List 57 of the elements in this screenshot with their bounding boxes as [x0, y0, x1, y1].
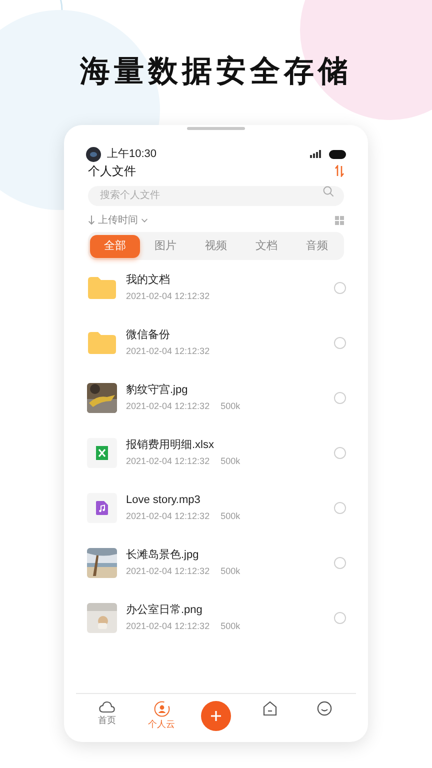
file-row[interactable]: 办公室日常.png 2021-02-04 12:12:32 500k — [64, 590, 368, 645]
handle-bar — [187, 127, 245, 130]
filter-tab[interactable]: 图片 — [140, 234, 191, 258]
filter-tab[interactable]: 视频 — [190, 234, 242, 258]
file-name: 我的文档 — [126, 274, 171, 286]
file-size: 500k — [220, 566, 240, 576]
file-name: Love story.mp3 — [126, 494, 202, 506]
sort-icon[interactable] — [335, 165, 344, 177]
caret-icon — [141, 218, 148, 222]
signal-icon — [310, 150, 322, 158]
file-size: 500k — [220, 620, 240, 632]
folder-icon — [88, 276, 116, 298]
file-size: 500k — [220, 456, 240, 466]
filter-tab[interactable]: 音频 — [292, 234, 342, 258]
file-date: 2021-02-04 12:12:32 — [126, 400, 210, 412]
page-title: 个人文件 — [88, 163, 136, 180]
camera-icon — [86, 146, 101, 162]
search-field[interactable]: 搜索个人文件 — [88, 186, 344, 206]
filter-tab[interactable]: 全部 — [90, 234, 140, 258]
file-size: 500k — [220, 400, 240, 412]
file-date: 2021-02-04 12:12:32 — [126, 510, 210, 522]
smiley-icon — [317, 701, 332, 716]
status-time: 上午10:30 — [107, 146, 157, 162]
file-date: 2021-02-04 12:12:32 — [126, 346, 210, 356]
file-name: 微信备份 — [126, 328, 171, 342]
file-name: 报销费用明细.xlsx — [126, 438, 215, 452]
file-name: 豹纹守宫.jpg — [126, 384, 189, 396]
file-date: 2021-02-04 12:12:32 — [126, 620, 210, 632]
search-icon[interactable] — [323, 186, 334, 197]
battery-icon — [329, 150, 346, 158]
music-file-icon — [87, 492, 117, 522]
person-icon — [154, 701, 170, 717]
file-date: 2021-02-04 12:12:32 — [126, 290, 210, 302]
cloud-icon — [99, 701, 116, 713]
add-button[interactable] — [201, 701, 232, 731]
file-row[interactable]: 豹纹守宫.jpg 2021-02-04 12:12:32 500k — [64, 370, 368, 425]
folder-icon — [88, 332, 116, 354]
house-icon — [263, 701, 278, 716]
nav-tab[interactable]: 首页 — [80, 694, 134, 726]
file-row[interactable]: 报销费用明细.xlsx 2021-02-04 12:12:32 500k — [64, 425, 368, 480]
file-row[interactable]: 微信备份 2021-02-04 12:12:32 — [64, 315, 368, 370]
sort-dropdown[interactable]: 上传时间 — [88, 212, 148, 228]
file-row[interactable]: Love story.mp3 2021-02-04 12:12:32 500k — [64, 480, 368, 535]
headline: 海量数据安全存储 — [80, 54, 352, 90]
file-row[interactable]: 我的文档 2021-02-04 12:12:32 — [64, 260, 368, 315]
spreadsheet-icon — [87, 438, 117, 468]
file-name: 办公室日常.png — [126, 604, 204, 616]
file-name: 长滩岛景色.jpg — [126, 548, 200, 562]
file-date: 2021-02-04 12:12:32 — [126, 456, 210, 466]
grid-view-icon[interactable] — [335, 216, 344, 224]
nav-tab[interactable]: 个人云 — [134, 694, 189, 730]
file-row[interactable]: 长滩岛景色.jpg 2021-02-04 12:12:32 500k — [64, 535, 368, 590]
plus-icon — [211, 711, 222, 721]
file-size: 500k — [220, 510, 240, 522]
down-arrow-icon — [88, 215, 95, 225]
filter-tab[interactable]: 文档 — [241, 234, 292, 258]
file-date: 2021-02-04 12:12:32 — [126, 566, 210, 576]
